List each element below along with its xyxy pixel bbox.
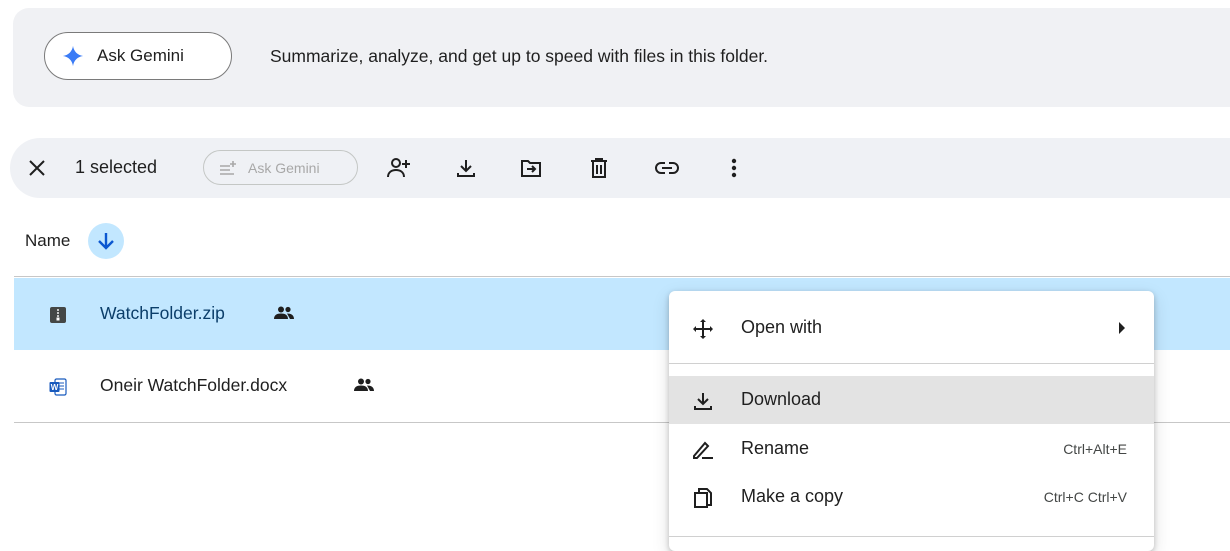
menu-divider: [669, 363, 1154, 364]
menu-item-label: Rename: [741, 438, 810, 458]
open-with-icon: [691, 317, 715, 341]
toolbar-ask-gemini-label: Ask Gemini: [248, 159, 320, 176]
link-icon[interactable]: [654, 155, 680, 181]
context-menu: Open with Download Rename Ctrl+Alt+E Mak…: [669, 291, 1154, 551]
menu-item-open-with[interactable]: Open with: [669, 304, 1154, 352]
sort-descending-button[interactable]: [88, 223, 124, 259]
svg-text:W: W: [51, 383, 59, 392]
shortcut-text: Ctrl+Alt+E: [1063, 441, 1127, 457]
menu-item-label: Make a copy: [741, 486, 844, 506]
zip-file-icon: [49, 306, 67, 324]
file-name[interactable]: Oneir WatchFolder.docx: [100, 375, 287, 396]
submenu-arrow-icon: [1118, 321, 1126, 339]
file-name[interactable]: WatchFolder.zip: [100, 303, 225, 324]
copy-icon: [691, 486, 715, 510]
close-icon[interactable]: [27, 158, 47, 178]
rename-pencil-icon: [691, 438, 715, 462]
ask-gemini-button[interactable]: Ask Gemini: [44, 32, 232, 80]
shared-people-icon: [274, 306, 294, 320]
arrow-down-icon: [98, 233, 114, 250]
gemini-sparkle-icon: [62, 45, 84, 67]
name-column-header[interactable]: Name: [25, 231, 70, 251]
menu-item-label: Open with: [741, 317, 823, 337]
banner-description: Summarize, analyze, and get up to speed …: [270, 46, 769, 66]
selection-toolbar: [10, 138, 1230, 198]
move-icon[interactable]: [518, 155, 544, 181]
menu-item-label: Download: [741, 389, 822, 409]
menu-item-download[interactable]: Download: [669, 376, 1154, 424]
more-vert-icon[interactable]: [721, 155, 747, 181]
download-icon: [691, 389, 715, 413]
menu-item-make-a-copy[interactable]: Make a copy Ctrl+C Ctrl+V: [669, 473, 1154, 521]
share-icon[interactable]: [386, 155, 412, 181]
ask-gemini-icon: [219, 160, 239, 176]
selected-count: 1 selected: [75, 157, 158, 177]
toolbar-ask-gemini-button[interactable]: Ask Gemini: [203, 150, 358, 185]
shared-people-icon: [354, 378, 374, 392]
shortcut-text: Ctrl+C Ctrl+V: [1043, 489, 1127, 505]
download-icon[interactable]: [453, 155, 479, 181]
trash-icon[interactable]: [586, 155, 612, 181]
word-doc-icon: W: [49, 378, 67, 396]
menu-divider: [669, 536, 1154, 537]
menu-item-rename[interactable]: Rename Ctrl+Alt+E: [669, 425, 1154, 473]
header-divider: [14, 276, 1230, 277]
ask-gemini-label: Ask Gemini: [97, 46, 184, 65]
